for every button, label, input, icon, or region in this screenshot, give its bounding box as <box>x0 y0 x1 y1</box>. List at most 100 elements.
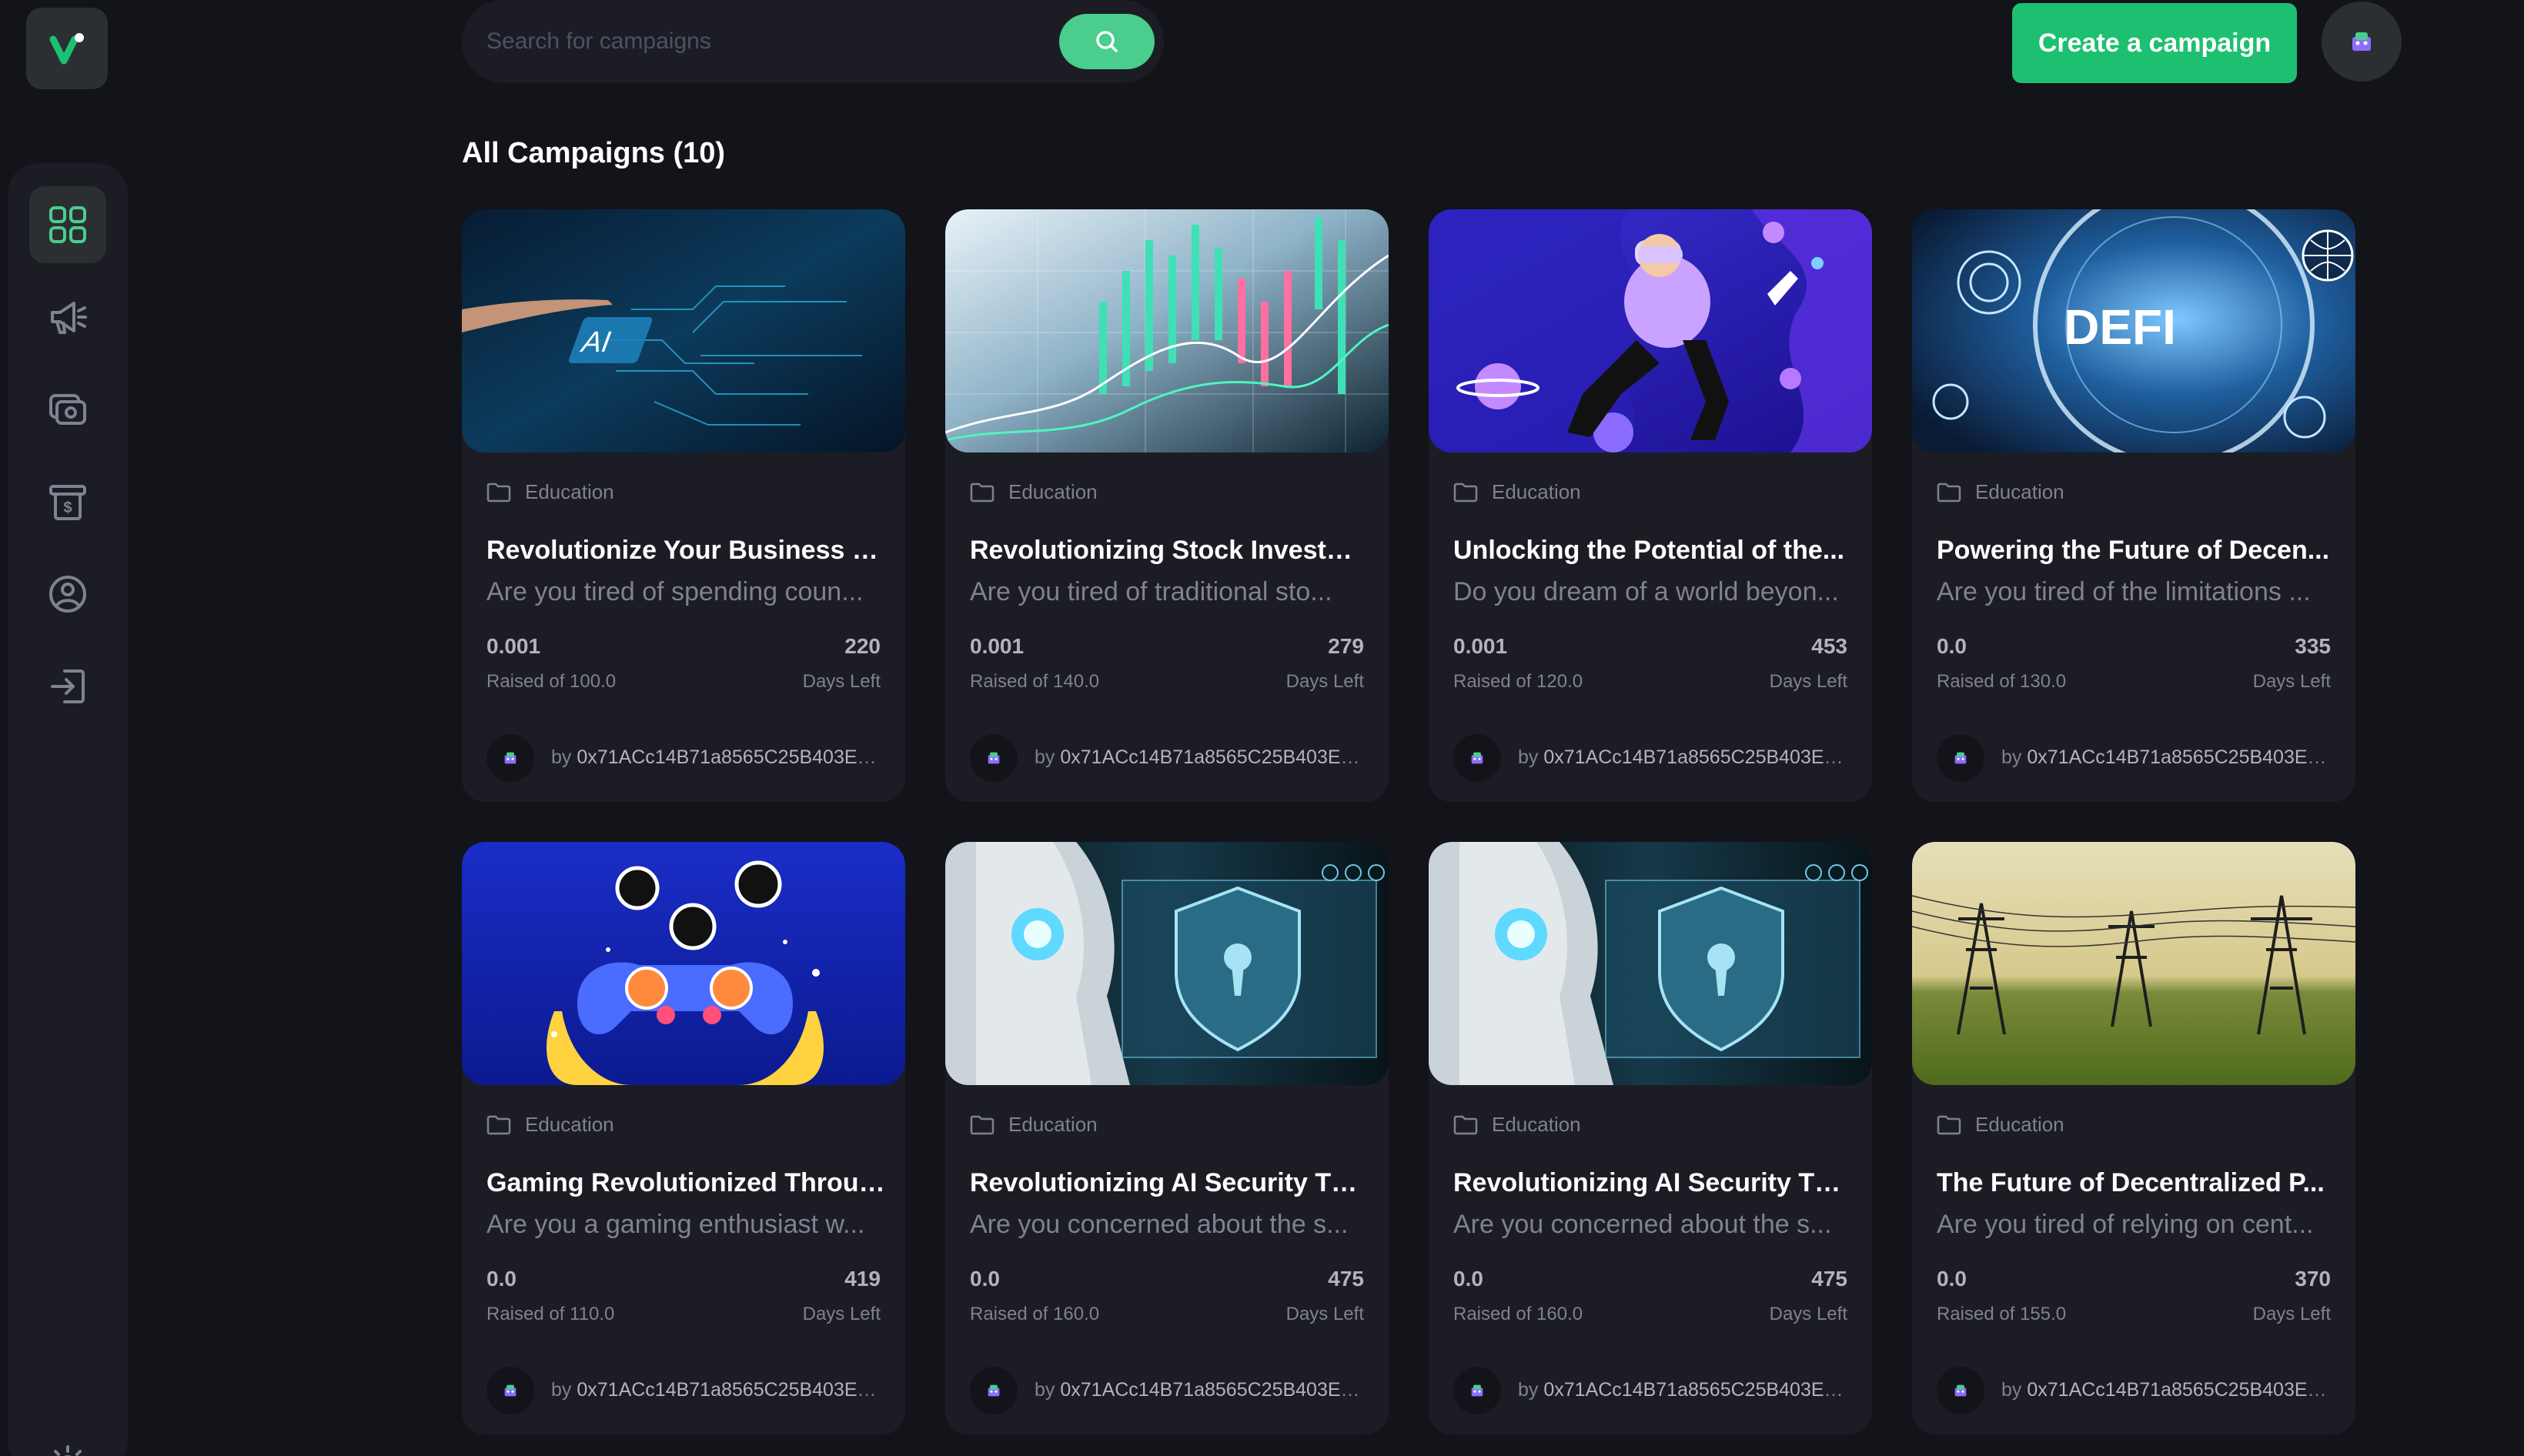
days-left-value: 453 <box>1811 634 1847 658</box>
campaign-category: Education <box>970 1113 1098 1137</box>
folder-icon <box>486 483 511 502</box>
sidebar-item-theme[interactable] <box>29 1425 106 1456</box>
folder-icon <box>486 1115 511 1134</box>
folder-icon <box>1937 483 1961 502</box>
create-campaign-button[interactable]: Create a campaign <box>2012 3 2297 83</box>
campaign-description: Are you a gaming enthusiast w... <box>486 1210 865 1239</box>
category-label: Education <box>1492 1113 1581 1136</box>
raised-of-target: Raised of 110.0 <box>486 1304 615 1324</box>
sidebar-item-dashboard[interactable] <box>29 186 106 263</box>
user-avatar-icon <box>1471 1384 1483 1397</box>
owner-avatar <box>1937 734 1984 782</box>
owner-avatar <box>970 1367 1018 1414</box>
campaign-category: Education <box>486 480 614 504</box>
owner-address: 0x71ACc14B71a8565C25B403Eb4C... <box>1060 1379 1366 1401</box>
campaign-description: Are you concerned about the s... <box>1453 1210 1832 1239</box>
days-left-label: Days Left <box>1769 671 1847 692</box>
category-label: Education <box>525 1113 614 1136</box>
folder-icon <box>970 483 995 502</box>
campaign-description: Are you tired of spending coun... <box>486 577 864 606</box>
campaign-card[interactable]: AI Education Revolutionize Your Business w… <box>462 209 905 802</box>
campaign-title: Gaming Revolutionized Throug... <box>486 1168 887 1197</box>
campaign-card[interactable]: Education Revolutionizing AI Security Thr… <box>945 842 1389 1434</box>
owner-address: 0x71ACc14B71a8565C25B403Eb4C... <box>577 746 882 768</box>
campaign-category: Education <box>1937 480 2064 504</box>
campaign-category: Education <box>1937 1113 2064 1137</box>
campaign-card[interactable]: Education The Future of Decentralized P..… <box>1912 842 2355 1434</box>
owner-prefix: by <box>2001 746 2022 768</box>
owner-address: 0x71ACc14B71a8565C25B403Eb4C... <box>1543 1379 1849 1401</box>
campaign-card[interactable]: Education Revolutionizing AI Security Thr… <box>1429 842 1872 1434</box>
search-input[interactable] <box>462 0 1059 83</box>
campaign-title: The Future of Decentralized P... <box>1937 1168 2325 1197</box>
search-button[interactable] <box>1059 14 1155 69</box>
folder-icon <box>1937 1115 1961 1134</box>
app-logo[interactable] <box>26 8 108 89</box>
amount-raised: 0.0 <box>1453 1267 1483 1291</box>
days-left-value: 370 <box>2295 1267 2331 1291</box>
days-left-value: 335 <box>2295 634 2331 658</box>
sidebar-item-withdraw[interactable]: $ <box>29 463 106 540</box>
amount-raised: 0.0 <box>970 1267 1000 1291</box>
amount-raised: 0.001 <box>1453 634 1508 658</box>
campaign-image <box>945 842 1389 1085</box>
campaign-owner: by 0x71ACc14B71a8565C25B403Eb4C... <box>2001 746 2332 769</box>
campaign-image <box>462 842 905 1085</box>
campaign-card[interactable]: Education Unlocking the Potential of the.… <box>1429 209 1872 802</box>
sun-theme-icon <box>54 1445 82 1456</box>
search-icon <box>1096 31 1118 52</box>
campaign-owner: by 0x71ACc14B71a8565C25B403Eb4C... <box>1035 1379 1366 1401</box>
category-label: Education <box>1008 1113 1098 1136</box>
folder-icon <box>1453 483 1478 502</box>
raised-of-target: Raised of 130.0 <box>1937 671 2067 692</box>
campaign-image <box>1429 209 1872 452</box>
days-left-label: Days Left <box>2252 671 2331 692</box>
raised-of-target: Raised of 155.0 <box>1937 1304 2067 1324</box>
campaign-description: Are you tired of traditional sto... <box>970 577 1332 606</box>
days-left-label: Days Left <box>1285 1304 1364 1324</box>
raised-of-target: Raised of 140.0 <box>970 671 1100 692</box>
days-left-label: Days Left <box>802 671 881 692</box>
sidebar-item-profile[interactable] <box>29 556 106 633</box>
campaign-title: Revolutionizing AI Security Thr... <box>1453 1168 1854 1197</box>
campaign-description: Are you tired of the limitations ... <box>1937 577 2311 606</box>
app-root: $ Search for campaigns Create a campaign… <box>0 0 2524 1456</box>
user-avatar-icon <box>1954 1384 1967 1397</box>
profile-icon <box>49 576 86 613</box>
profile-avatar-button[interactable] <box>2322 2 2402 82</box>
sidebar-item-logout[interactable] <box>29 648 106 725</box>
amount-raised: 0.001 <box>970 634 1025 658</box>
campaign-title: Unlocking the Potential of the... <box>1453 536 1845 565</box>
campaign-card[interactable]: DEFI Education Powering the Future of Dece… <box>1912 209 2355 802</box>
category-label: Education <box>1008 480 1098 503</box>
svg-text:$: $ <box>63 499 72 516</box>
category-label: Education <box>525 480 614 503</box>
campaign-description: Are you tired of relying on cent... <box>1937 1210 2314 1239</box>
sidebar-item-campaign[interactable] <box>29 279 106 356</box>
owner-prefix: by <box>551 1379 572 1401</box>
payment-icon <box>49 394 86 425</box>
raised-of-target: Raised of 160.0 <box>970 1304 1100 1324</box>
user-avatar-icon <box>988 1384 1000 1397</box>
raised-of-target: Raised of 120.0 <box>1453 671 1583 692</box>
days-left-value: 279 <box>1328 634 1364 658</box>
campaign-category: Education <box>1453 480 1581 504</box>
campaign-category: Education <box>970 480 1098 504</box>
dashboard-grid-icon <box>49 206 86 243</box>
campaign-image: DEFI <box>1912 209 2355 452</box>
sidebar-item-payment[interactable] <box>29 371 106 448</box>
page-title: All Campaigns (10) <box>462 137 726 169</box>
folder-icon <box>970 1115 995 1134</box>
owner-avatar <box>1453 734 1501 782</box>
campaign-owner: by 0x71ACc14B71a8565C25B403Eb4C... <box>1518 746 1849 769</box>
campaign-image: AI <box>462 209 905 452</box>
owner-avatar <box>970 734 1018 782</box>
sidebar: $ <box>8 163 128 1456</box>
campaign-title: Powering the Future of Decen... <box>1937 536 2330 565</box>
campaign-card[interactable]: Education Revolutionizing Stock Investm..… <box>945 209 1389 802</box>
campaign-title: Revolutionizing AI Security Thr... <box>970 1168 1370 1197</box>
campaign-card[interactable]: Education Gaming Revolutionized Throug...… <box>462 842 905 1434</box>
owner-prefix: by <box>1518 746 1539 768</box>
owner-prefix: by <box>1035 746 1055 768</box>
campaign-image <box>1912 842 2355 1085</box>
